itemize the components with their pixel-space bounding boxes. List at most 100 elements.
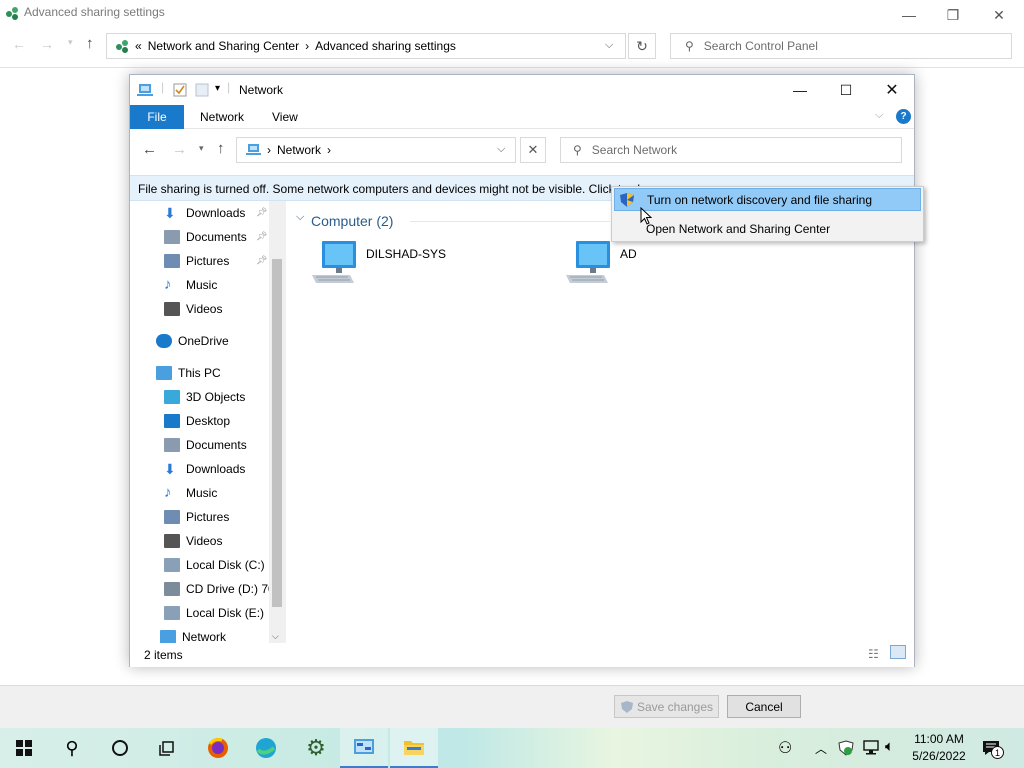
minimize-button[interactable]: —: [886, 0, 932, 30]
scroll-down-icon[interactable]: ⌵: [272, 631, 279, 642]
menu-item-open-network-center[interactable]: Open Network and Sharing Center: [614, 217, 921, 240]
tab-view[interactable]: View: [262, 105, 308, 129]
sidebar-item-label: Local Disk (C:): [186, 558, 265, 572]
collapse-group-icon[interactable]: ⌵: [296, 211, 304, 224]
control-panel-search[interactable]: ⚲ Search Control Panel: [670, 33, 1012, 59]
forward-arrow-icon[interactable]: →: [172, 141, 187, 158]
menu-item-turn-on-discovery[interactable]: Turn on network discovery and file shari…: [614, 188, 921, 211]
sidebar-item[interactable]: Documents: [164, 433, 247, 457]
group-header[interactable]: Computer (2): [311, 213, 393, 229]
breadcrumb-advanced-sharing[interactable]: Advanced sharing settings: [315, 39, 456, 53]
sidebar-item[interactable]: Local Disk (C:): [164, 553, 265, 577]
control-panel-address-bar[interactable]: « Network and Sharing Center › Advanced …: [106, 33, 626, 59]
clear-address-button[interactable]: ✕: [520, 137, 546, 163]
explorer-window: | ▾ | Network — ☐ ✕ File Network View ⌵ …: [129, 74, 915, 667]
nav-scrollbar[interactable]: ⌵: [269, 201, 286, 643]
address-network[interactable]: Network: [277, 143, 321, 157]
up-arrow-icon[interactable]: ↑: [86, 35, 94, 52]
sidebar-item[interactable]: CD Drive (D:) 70: [164, 577, 275, 601]
back-arrow-icon[interactable]: ←: [12, 36, 26, 52]
tab-network[interactable]: Network: [190, 105, 254, 129]
large-icons-view-icon[interactable]: [890, 645, 906, 659]
sidebar-item[interactable]: Pictures: [164, 505, 229, 529]
sidebar-item[interactable]: Desktop: [164, 409, 230, 433]
breadcrumb-prefix[interactable]: «: [135, 39, 142, 53]
address-dropdown-icon[interactable]: ⌵: [497, 143, 505, 156]
network-sharing-taskbar-button[interactable]: [340, 728, 388, 768]
sidebar-item[interactable]: ♪ Music: [164, 481, 217, 505]
close-button[interactable]: ✕: [976, 0, 1022, 30]
recent-chevron-icon[interactable]: ▾: [68, 37, 73, 48]
sidebar-item[interactable]: Videos: [164, 297, 222, 321]
edge-button[interactable]: [242, 728, 290, 768]
save-changes-label: Save changes: [636, 699, 714, 714]
recent-chevron-icon[interactable]: ▾: [199, 143, 204, 154]
computer-item-dilshad-sys[interactable]: DILSHAD-SYS: [310, 239, 446, 285]
network-icon: [160, 630, 176, 643]
quick-access-dropdown-icon[interactable]: ▾: [215, 83, 220, 94]
sidebar-item[interactable]: OneDrive: [156, 329, 229, 353]
explorer-title: Network: [239, 83, 284, 97]
explorer-minimize-button[interactable]: —: [777, 75, 823, 105]
sidebar-item[interactable]: Documents: [164, 225, 247, 249]
sidebar-item[interactable]: 3D Objects: [164, 385, 245, 409]
explorer-search[interactable]: ⚲ Search Network: [560, 137, 902, 163]
sidebar-item[interactable]: Network: [160, 625, 226, 643]
show-hidden-icons-chevron[interactable]: ︿: [815, 740, 827, 757]
settings-button[interactable]: ⚙: [292, 728, 340, 768]
sidebar-item[interactable]: Pictures: [164, 249, 229, 273]
sidebar-item[interactable]: Local Disk (E:): [164, 601, 264, 625]
nav-scrollbar-thumb[interactable]: [272, 259, 282, 607]
breadcrumb-network-sharing-center[interactable]: Network and Sharing Center: [148, 39, 299, 53]
firefox-button[interactable]: [194, 728, 242, 768]
pin-icon[interactable]: 📌︎: [256, 231, 267, 242]
properties-icon[interactable]: [173, 83, 187, 97]
cancel-label: Cancel: [745, 699, 783, 714]
sidebar-item[interactable]: This PC: [156, 361, 221, 385]
task-view-button[interactable]: [144, 728, 192, 768]
help-icon[interactable]: ?: [896, 109, 911, 124]
restore-button[interactable]: ❐: [930, 0, 976, 30]
infobar-context-menu: Turn on network discovery and file shari…: [611, 186, 924, 242]
explorer-title-bar: | ▾ | Network — ☐ ✕: [130, 75, 914, 105]
sidebar-item[interactable]: ⬇ Downloads: [164, 457, 245, 481]
search-button[interactable]: ⚲: [48, 728, 96, 768]
new-folder-icon[interactable]: [195, 83, 209, 97]
sidebar-item[interactable]: Videos: [164, 529, 222, 553]
details-view-icon[interactable]: ☷: [868, 647, 879, 661]
computer-item-ad[interactable]: AD: [564, 239, 637, 285]
explorer-address-bar[interactable]: › Network › ⌵: [236, 137, 516, 163]
downloads-icon: ⬇: [164, 205, 176, 221]
refresh-button[interactable]: ↻: [628, 33, 656, 59]
back-arrow-icon[interactable]: ←: [142, 141, 157, 158]
sidebar-item[interactable]: ♪ Music: [164, 273, 217, 297]
sidebar-item[interactable]: ⬇ Downloads: [164, 201, 245, 225]
explorer-maximize-button[interactable]: ☐: [823, 75, 869, 105]
start-button[interactable]: [0, 728, 48, 768]
downloads-icon: ⬇: [164, 461, 176, 477]
file-explorer-taskbar-button[interactable]: [390, 728, 438, 768]
network-tray-icon[interactable]: [862, 740, 880, 756]
clock[interactable]: 11:00 AM 5/26/2022: [904, 731, 974, 765]
people-icon[interactable]: ⚇: [778, 738, 792, 758]
ribbon: File Network View ⌵ ?: [130, 105, 914, 129]
windows-logo-icon: [16, 740, 32, 756]
network-sharing-icon: [6, 7, 18, 20]
save-changes-button[interactable]: Save changes: [614, 695, 719, 718]
cancel-button[interactable]: Cancel: [727, 695, 801, 718]
volume-icon[interactable]: 🔈︎: [885, 738, 894, 755]
defender-status-icon[interactable]: [838, 740, 854, 756]
item-count: 2 items: [144, 648, 183, 662]
cortana-button[interactable]: [96, 728, 144, 768]
explorer-close-button[interactable]: ✕: [869, 75, 915, 105]
address-dropdown-icon[interactable]: ⌵: [605, 39, 613, 52]
pin-icon[interactable]: 📌︎: [256, 255, 267, 266]
menu-item-label: Turn on network discovery and file shari…: [647, 192, 872, 207]
action-center-button[interactable]: 1: [982, 740, 1004, 759]
tab-file[interactable]: File: [130, 105, 184, 129]
control-panel-title-bar: Advanced sharing settings — ❐ ✕: [0, 0, 1024, 30]
up-arrow-icon[interactable]: ↑: [217, 140, 225, 157]
pin-icon[interactable]: 📌︎: [256, 207, 267, 218]
forward-arrow-icon[interactable]: →: [40, 36, 54, 52]
expand-ribbon-icon[interactable]: ⌵: [875, 109, 883, 122]
